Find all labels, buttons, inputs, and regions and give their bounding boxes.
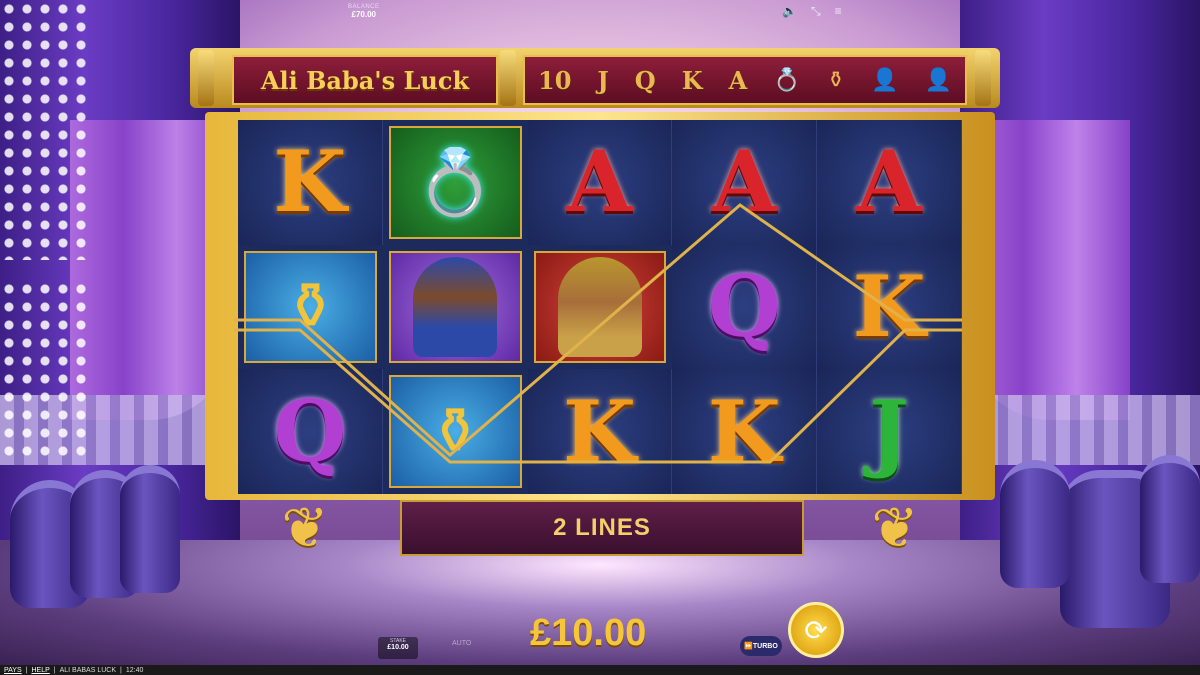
footer-separator: | (25, 666, 28, 674)
man-icon: 👤 (924, 67, 952, 92)
reel-cell-r1-c2: 💍 (388, 126, 522, 239)
symbol-J: J (869, 381, 909, 481)
stake-value: £10.00 (387, 644, 409, 651)
ornament-left: ❦ (281, 496, 329, 559)
reel-cell-r2-c4: Q (672, 244, 818, 370)
lines-banner: 2 LINES (400, 500, 804, 556)
footer-separator: | (53, 666, 56, 674)
turbo-icon: ⏩ (744, 643, 753, 650)
top-icons: 🔈 ⤡ ≡ (782, 4, 842, 19)
spin-icon: ⟳ (804, 614, 828, 646)
reel-cell-r2-c1: ⚱ (244, 250, 377, 364)
turbo-label: TURBO (752, 642, 778, 650)
auto-button[interactable]: AUTO (452, 640, 471, 647)
paytable-strip: 10 J Q K A 💍 ⚱ 👤 👤 (523, 55, 967, 105)
reel-cell-r2-c3 (533, 250, 667, 364)
jar-right-3 (1140, 455, 1200, 583)
vase-icon: ⚱ (826, 67, 846, 92)
reel-cell-r3-c2: ⚱ (388, 375, 522, 488)
footer-bar: PAYS | HELP | ALI BABAS LUCK | 12:40 (0, 665, 1200, 675)
game-title-panel: Ali Baba's Luck (232, 55, 498, 105)
help-link[interactable]: HELP (31, 667, 49, 674)
jar-left-3 (120, 465, 180, 593)
reel-cell-r1-c5: A (817, 120, 962, 245)
reel-cell-r3-c3: K (527, 369, 673, 494)
reel-cell-r3-c5: J (817, 369, 962, 494)
header-cap-left (198, 50, 214, 106)
vase-icon: ⚱ (428, 395, 482, 468)
game-title: Ali Baba's Luck (260, 65, 470, 95)
lines-text: 2 LINES (553, 514, 651, 541)
reel-cell-r2-c2 (388, 250, 522, 364)
symbol-Q: Q (273, 381, 347, 481)
symbol-K: K (707, 381, 781, 481)
balance-display: BALANCE £70.00 (348, 4, 380, 19)
pays-link[interactable]: PAYS (4, 667, 22, 674)
paytable-symbol-A: A (728, 65, 748, 95)
stake-button[interactable]: STAKE £10.00 (378, 637, 418, 659)
reel-grid: K 💍 A A A ⚱ Q K Q ⚱ K K J (238, 120, 962, 494)
menu-icon[interactable]: ≡ (835, 4, 842, 19)
vase-icon: ⚱ (283, 270, 338, 343)
header-cap-mid (500, 50, 516, 106)
reel-cell-r3-c1: Q (238, 369, 383, 494)
paytable-symbol-10: 10 (538, 65, 572, 95)
ring-icon: 💍 (415, 145, 496, 218)
reel-cell-r1-c4: A (672, 120, 818, 245)
reel-cell-r3-c4: K (672, 369, 818, 494)
woman-icon: 👤 (871, 67, 899, 92)
reel-cell-r2-c5: K (817, 244, 962, 370)
symbol-K: K (562, 381, 636, 481)
footer-separator: | (120, 666, 122, 674)
symbol-A: A (711, 132, 777, 232)
fullscreen-icon[interactable]: ⤡ (811, 4, 821, 19)
symbol-A: A (566, 132, 633, 232)
symbol-A: A (856, 132, 922, 232)
ornament-right: ❦ (871, 496, 919, 559)
turbo-button[interactable]: ⏩ TURBO (740, 636, 782, 656)
flowers-top-left (0, 0, 90, 260)
bet-display: £10.00 (530, 612, 647, 654)
symbol-Q: Q (707, 256, 781, 356)
paytable-symbol-J: J (597, 65, 609, 95)
flowers-mid-left (0, 280, 90, 460)
woman-icon (413, 256, 498, 357)
jar-right-2 (1000, 460, 1070, 588)
symbol-K: K (852, 256, 926, 356)
speaker-icon[interactable]: 🔈 (782, 4, 797, 19)
ring-icon: 💍 (773, 67, 801, 92)
reel-cell-r1-c3: A (527, 120, 673, 245)
footer-clock: 12:40 (125, 666, 144, 674)
man-icon (557, 256, 642, 357)
paytable-symbol-K: K (681, 65, 703, 95)
paytable-symbol-Q: Q (634, 65, 656, 95)
balance-value: £70.00 (351, 10, 376, 19)
spin-button[interactable]: ⟳ (788, 602, 844, 658)
footer-game-name: ALI BABAS LUCK (59, 666, 117, 674)
reel-cell-r1-c1: K (238, 120, 383, 245)
header-cap-right (975, 50, 991, 106)
symbol-K: K (273, 132, 347, 232)
